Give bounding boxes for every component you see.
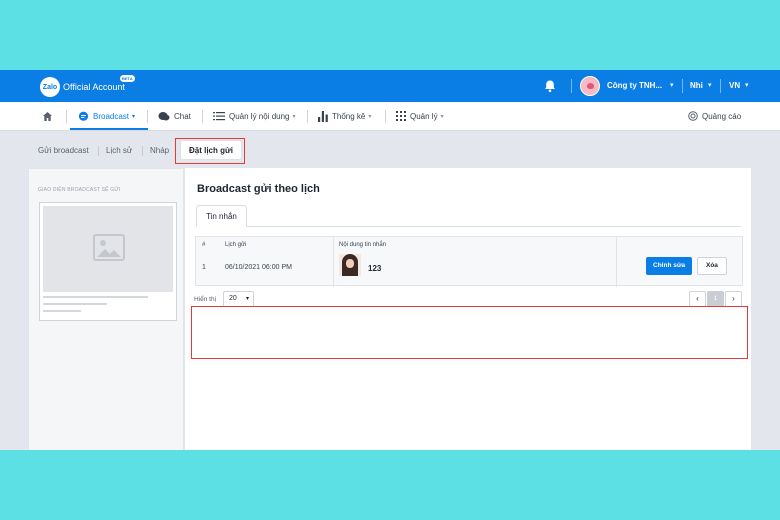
preview-panel: GIAO DIỆN BROADCAST SẼ GỬI	[28, 168, 184, 450]
nav-content-management[interactable]: Quản lý nội dung ▾	[213, 111, 296, 121]
divider	[720, 79, 721, 93]
target-icon	[688, 111, 698, 121]
nav-management[interactable]: Quản lý ▾	[396, 111, 444, 121]
user-menu[interactable]: Nhi	[690, 81, 703, 90]
beta-badge: BETA	[120, 75, 135, 82]
row-schedule: 06/10/2021 06:00 PM	[225, 264, 292, 271]
nav-chat[interactable]: Chat	[158, 111, 191, 122]
chevron-down-icon: ▾	[292, 113, 296, 120]
edit-button[interactable]: Chỉnh sửa	[646, 257, 693, 275]
company-name[interactable]: Công ty TNH...	[607, 81, 662, 90]
placeholder-line	[43, 310, 81, 312]
chevron-down-icon: ▾	[440, 113, 444, 120]
chevron-down-icon: ▾	[245, 296, 249, 302]
page-title: Broadcast gửi theo lịch	[197, 183, 320, 195]
nav-statistics-label: Thống kê	[332, 112, 366, 121]
chevron-down-icon: ▾	[132, 114, 136, 120]
nav-management-label: Quản lý	[410, 111, 438, 121]
nav-content-label: Quản lý nội dung	[229, 111, 290, 121]
tab-messages[interactable]: Tin nhắn	[196, 205, 247, 227]
divider	[385, 110, 386, 123]
divider	[682, 79, 683, 93]
chevron-down-icon: ▾	[368, 114, 372, 120]
language-selector[interactable]: VN	[729, 81, 740, 90]
top-bar: Zalo Official Account BETA Công ty TNH..…	[0, 70, 780, 102]
current-page[interactable]: 1	[707, 291, 724, 307]
highlight-box-table	[191, 306, 748, 359]
grid-icon	[396, 111, 406, 121]
logo[interactable]: Zalo Official Account BETA	[40, 75, 135, 97]
next-page-button[interactable]: ›	[725, 291, 742, 307]
divider	[307, 110, 308, 123]
page-size-select[interactable]: 20 ▾	[223, 291, 254, 307]
image-placeholder	[43, 206, 173, 292]
image-icon	[93, 234, 125, 261]
column-divider	[333, 237, 334, 287]
home-icon[interactable]	[42, 111, 53, 122]
nav-statistics[interactable]: Thống kê ▾	[318, 111, 371, 122]
divider	[66, 110, 67, 123]
nav-broadcast[interactable]: Broadcast ▾	[78, 111, 135, 122]
bar-chart-icon	[318, 111, 328, 122]
chevron-down-icon[interactable]: ▾	[708, 81, 712, 89]
active-tab-indicator	[70, 128, 148, 130]
main-nav: Broadcast ▾ Chat Quản lý nội dung ▾ Thốn…	[0, 102, 780, 131]
nav-ads[interactable]: Quảng cáo	[688, 111, 741, 121]
message-thumbnail	[339, 254, 361, 276]
chevron-down-icon[interactable]: ▾	[745, 81, 749, 89]
column-header-index: #	[202, 242, 206, 248]
tab-divider	[196, 226, 741, 227]
nav-broadcast-label: Broadcast	[93, 112, 130, 121]
chat-icon	[158, 112, 170, 121]
chevron-down-icon[interactable]: ▾	[670, 81, 674, 89]
delete-button[interactable]: Xóa	[697, 257, 727, 275]
row-content: 123	[368, 264, 382, 273]
prev-page-button[interactable]: ‹	[689, 291, 706, 307]
placeholder-line	[43, 303, 107, 305]
avatar[interactable]	[580, 76, 600, 96]
subtab-history[interactable]: Lịch sử	[106, 146, 132, 155]
subtab-drafts[interactable]: Nháp	[150, 146, 169, 155]
nav-ads-label: Quảng cáo	[702, 111, 742, 121]
schedule-table: # Lịch gửi Nội dung tin nhắn 1 06/10/202…	[195, 236, 743, 287]
highlight-box-tab	[175, 138, 245, 164]
column-header-content: Nội dung tin nhắn	[339, 242, 387, 248]
divider	[142, 146, 143, 156]
placeholder-line	[43, 296, 148, 298]
preview-label: GIAO DIỆN BROADCAST SẼ GỬI	[38, 187, 121, 193]
divider	[98, 146, 99, 156]
bell-icon[interactable]	[543, 79, 557, 93]
row-index: 1	[202, 264, 206, 271]
subtab-send-broadcast[interactable]: Gửi broadcast	[38, 146, 89, 155]
divider	[147, 110, 148, 123]
logo-text: Official Account	[63, 82, 125, 92]
sub-nav: Gửi broadcast Lịch sử Nháp Đặt lịch gửi	[0, 132, 780, 170]
page-size-label: Hiển thị	[194, 296, 217, 303]
zalo-logo-icon: Zalo	[40, 77, 60, 97]
nav-chat-label: Chat	[174, 112, 191, 121]
preview-card	[39, 202, 177, 321]
divider	[202, 110, 203, 123]
list-icon	[213, 112, 225, 121]
chat-bubble-icon	[78, 111, 89, 121]
column-divider	[616, 237, 617, 287]
app-window: Zalo Official Account BETA Công ty TNH..…	[0, 70, 780, 450]
divider	[571, 79, 572, 93]
column-header-schedule: Lịch gửi	[225, 242, 247, 248]
page-size-value: 20	[229, 295, 237, 302]
